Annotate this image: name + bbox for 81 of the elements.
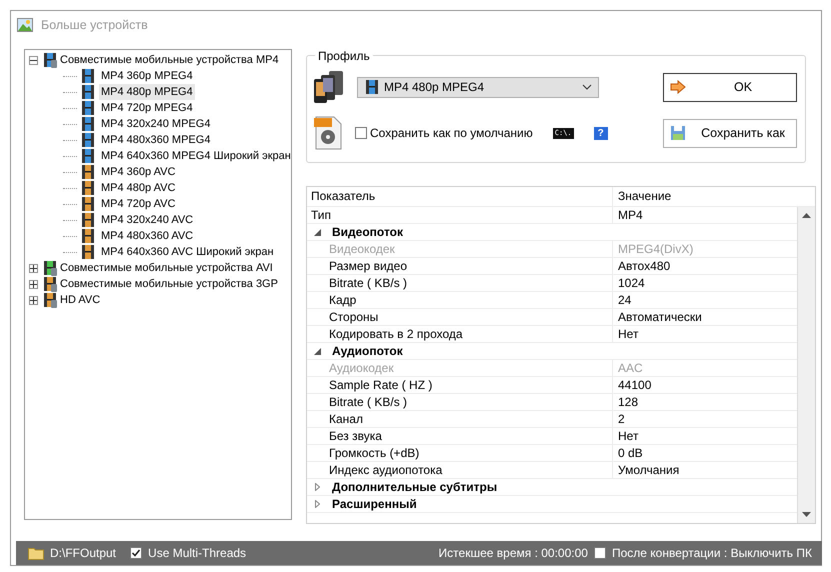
tree-item[interactable]: MP4 640x360 AVC Широкий экран [99,244,276,260]
property-value: Нет [617,428,640,444]
checkbox-label: Сохранить как по умолчанию [370,125,533,142]
caret-icon [582,84,592,90]
property-value: 2 [617,411,626,427]
property-value: AAC [617,360,644,376]
column-header[interactable]: Значение [613,187,815,206]
property-name: Размер видео [307,258,613,274]
tree-item[interactable]: MP4 720p MPEG4 [99,100,195,116]
property-name: Bitrate ( KB/s ) [307,275,613,291]
checkbox-label: Use Multi-Threads [148,545,246,562]
tree-item[interactable]: MP4 480x360 AVC [99,228,196,244]
tree-item[interactable]: MP4 480p AVC [99,180,178,196]
property-name: Канал [307,411,613,427]
expander-icon[interactable] [29,264,38,272]
group-header[interactable]: Расширенный [307,496,797,512]
scroll-down-icon[interactable] [802,512,811,517]
folder-path[interactable]: D:\FFOutput [50,544,116,562]
video-file-icon [313,116,343,150]
property-value: Автоматически [617,309,703,325]
tree-item[interactable]: HD AVC [58,292,102,308]
tree-item[interactable]: Совместимые мобильные устройства AVI [58,260,275,276]
expander-icon[interactable] [29,296,38,304]
tree-item[interactable]: MP4 480x360 MPEG4 [99,132,212,148]
elapsed-time: Истекшее время : 00:00:00 [438,545,588,562]
phones-icon [313,70,345,104]
format-dropdown[interactable]: MP4 480p MPEG4 [357,76,599,98]
property-name: Аудиокодек [307,360,613,376]
property-name: Кодировать в 2 прохода [307,326,613,342]
expand-icon[interactable] [315,500,320,508]
property-value: Автоx480 [617,258,672,274]
column-header[interactable]: Показатель [307,187,613,206]
tree-item[interactable]: MP4 320x240 AVC [99,212,196,228]
tree-item[interactable]: Совместимые мобильные устройства MP4 [58,52,281,68]
property-name: Bitrate ( KB/s ) [307,394,613,410]
tree-item[interactable]: MP4 320x240 MPEG4 [99,116,212,132]
film-icon [364,79,380,95]
tree-item[interactable]: MP4 480p MPEG4 [99,84,195,100]
group-header[interactable]: Аудиопоток [307,343,797,359]
save-as-button[interactable]: Сохранить как [663,118,797,148]
scrollbar[interactable] [797,207,815,523]
property-value: 128 [617,394,640,410]
property-value: MP4 [617,207,644,223]
scroll-up-icon[interactable] [802,213,811,218]
group-header[interactable]: Видеопоток [307,224,797,240]
property-name: Без звука [307,428,613,444]
folder-icon[interactable] [28,546,44,560]
property-value: Нет [617,326,640,342]
help-button[interactable]: ? [594,126,608,140]
property-name: Тип [307,207,613,223]
ok-button[interactable]: OK [663,72,797,102]
property-name: Кадр [307,292,613,308]
collapse-icon[interactable] [314,348,321,354]
checkbox[interactable] [594,547,606,559]
property-value: 24 [617,292,632,308]
group-header[interactable]: Дополнительные субтитры [307,479,797,495]
checkbox-label: После конвертации : Выключить ПК [612,545,812,562]
window-title: Больше устройств [41,16,148,34]
collapse-icon[interactable] [314,228,321,236]
property-name: Sample Rate ( HZ ) [307,377,613,393]
property-value: 44100 [617,377,652,393]
tree-item[interactable]: MP4 360p MPEG4 [99,68,195,84]
tree-item[interactable]: Совместимые мобильные устройства 3GP [58,276,280,292]
property-value: 1024 [617,275,646,291]
expand-icon[interactable] [315,483,320,491]
property-name: Видеокодек [307,241,613,257]
property-value: MPEG4(DivX) [617,241,694,257]
arrow-icon [670,80,686,94]
expander-icon[interactable] [29,56,38,64]
checkbox[interactable] [130,547,142,559]
tree-item[interactable]: MP4 640x360 MPEG4 Широкий экран [99,148,293,164]
expander-icon[interactable] [29,280,38,288]
property-name: Громкость (+dB) [307,445,613,461]
property-value: 0 dB [617,445,644,461]
property-name: Стороны [307,309,613,325]
property-name: Индекс аудиопотока [307,462,613,478]
app-icon [17,18,33,32]
property-value: Умолчания [617,462,680,478]
checkbox[interactable] [355,127,367,139]
tree-item[interactable]: MP4 360p AVC [99,164,178,180]
tree-item[interactable]: MP4 720p AVC [99,196,178,212]
